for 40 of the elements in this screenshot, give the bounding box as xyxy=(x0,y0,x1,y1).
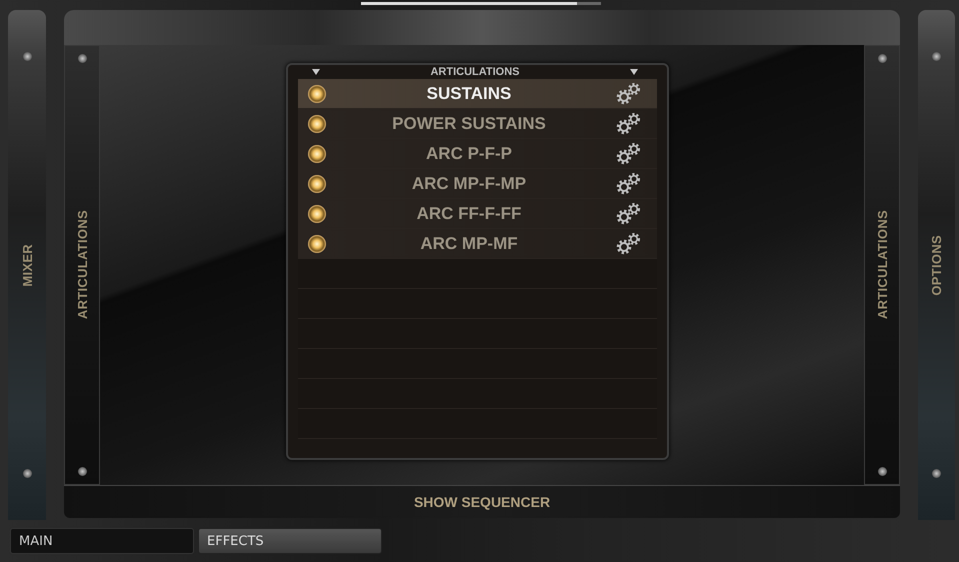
dropdown-icon[interactable] xyxy=(630,69,638,75)
screw-icon xyxy=(22,52,32,61)
articulation-name: ARC MP-F-MP xyxy=(410,174,528,194)
articulation-name: POWER SUSTAINS xyxy=(391,114,547,134)
articulation-row[interactable]: ARC MP-F-MP xyxy=(298,169,656,199)
articulation-name: ARC MP-MF xyxy=(419,234,519,254)
articulation-row[interactable]: ARC P-F-P xyxy=(298,139,656,169)
articulation-name: ARC FF-F-FF xyxy=(416,204,522,224)
screw-icon xyxy=(932,52,941,61)
page-tab[interactable]: EFFECTS xyxy=(198,528,382,554)
side-tab[interactable]: OPTIONS xyxy=(918,10,955,520)
indicator-light-icon xyxy=(308,144,326,162)
side-tab[interactable]: MIXER xyxy=(8,10,46,520)
tab-label: OPTIONS xyxy=(929,234,944,296)
screw-icon xyxy=(78,467,86,476)
articulation-row[interactable]: ARC MP-MF xyxy=(298,229,656,259)
screw-icon xyxy=(878,467,886,476)
screw-icon xyxy=(78,54,86,63)
side-panel[interactable]: ARTICULATIONS xyxy=(864,45,900,485)
indicator-light-icon xyxy=(308,204,326,222)
articulation-row[interactable]: SUSTAINS xyxy=(298,79,656,109)
dropdown-icon[interactable] xyxy=(312,69,320,75)
panel-label: ARTICULATIONS xyxy=(74,210,90,320)
screw-icon xyxy=(22,468,32,478)
tab-label: MIXER xyxy=(20,244,34,286)
indicator-light-icon xyxy=(308,234,326,252)
list-title: ARTICULATIONS xyxy=(430,66,520,78)
panel-label: ARTICULATIONS xyxy=(874,210,890,320)
indicator-light-icon xyxy=(308,174,326,192)
screw-icon xyxy=(878,54,886,63)
side-panel[interactable]: ARTICULATIONS xyxy=(64,45,100,485)
articulation-row[interactable]: ARC FF-F-FF xyxy=(298,199,656,229)
indicator-light-icon xyxy=(308,84,326,102)
show-sequencer-button[interactable]: SHOW SEQUENCER xyxy=(64,485,900,518)
articulation-name: ARC P-F-P xyxy=(425,144,513,164)
articulation-name: SUSTAINS xyxy=(426,84,512,104)
page-tab[interactable]: MAIN xyxy=(10,528,194,554)
articulation-row[interactable]: POWER SUSTAINS xyxy=(298,109,656,139)
indicator-light-icon xyxy=(308,114,326,132)
screw-icon xyxy=(932,468,941,478)
